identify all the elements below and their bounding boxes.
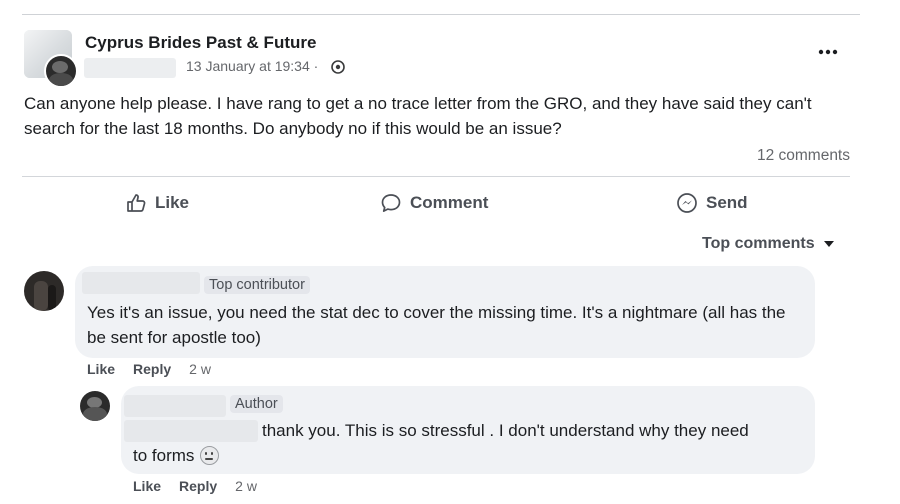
comment-reply-button[interactable]: Reply [133, 361, 171, 377]
reply-text-line-1: thank you. This is so stressful . I don'… [262, 421, 749, 440]
top-divider [22, 14, 860, 15]
comment-like-button[interactable]: Like [87, 361, 115, 377]
reply-text-line-2: to forms [133, 443, 220, 468]
reply-actions: Like Reply 2 w [133, 478, 257, 494]
post-body-text: Can anyone help please. I have rang to g… [24, 94, 812, 138]
mention-redacted[interactable] [124, 420, 258, 442]
comment-age[interactable]: 2 w [189, 361, 211, 377]
thumbs-up-icon [127, 194, 146, 212]
reply-author-name-redacted[interactable] [124, 395, 226, 417]
reply-author-avatar[interactable] [80, 391, 110, 421]
group-name-link[interactable]: Cyprus Brides Past & Future [85, 33, 316, 53]
more-options-icon[interactable] [816, 44, 840, 60]
author-avatar[interactable] [44, 54, 78, 88]
sort-label: Top comments [702, 235, 815, 252]
post-timestamp[interactable]: 13 January at 19:34 · [186, 58, 318, 74]
comment-bubble-icon [381, 194, 401, 212]
send-label: Send [706, 193, 748, 212]
comment-actions: Like Reply 2 w [87, 361, 211, 377]
author-badge: Author [230, 395, 283, 413]
comment-text: Yes it's an issue, you need the stat dec… [87, 303, 786, 347]
reply-age[interactable]: 2 w [235, 478, 257, 494]
author-name-redacted [84, 58, 176, 78]
reply-text-line-2-label: to forms [133, 446, 195, 465]
commenter-avatar[interactable] [24, 271, 64, 311]
actions-divider [22, 176, 850, 177]
sad-face-emoji-icon [200, 446, 220, 465]
comments-count-link[interactable]: 12 comments [757, 147, 850, 165]
caret-down-icon [823, 241, 834, 247]
messenger-icon [677, 193, 697, 213]
reply-like-button[interactable]: Like [133, 478, 161, 494]
comment-label: Comment [410, 193, 489, 212]
globe-icon [331, 60, 345, 74]
comment-button[interactable]: Comment [380, 190, 488, 216]
sort-comments-dropdown[interactable]: Top comments [702, 235, 835, 253]
like-label: Like [155, 193, 190, 212]
commenter-name-redacted[interactable] [82, 272, 200, 294]
reply-reply-button[interactable]: Reply [179, 478, 217, 494]
top-contributor-badge: Top contributor [204, 276, 310, 294]
like-button[interactable]: Like [125, 190, 189, 216]
send-button[interactable]: Send [676, 190, 748, 216]
